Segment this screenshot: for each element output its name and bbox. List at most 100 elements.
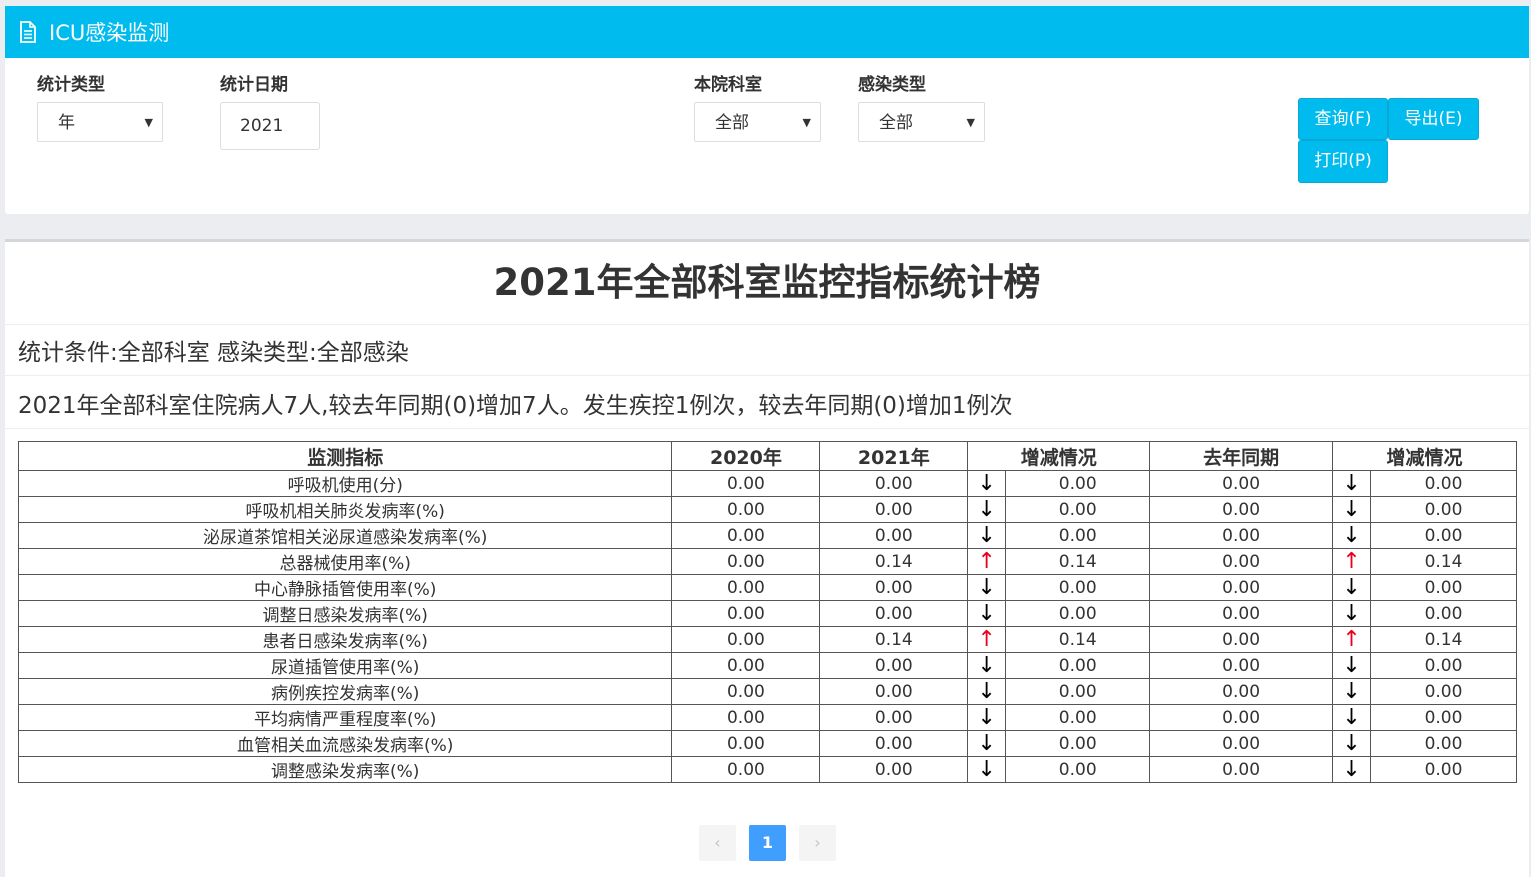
value-2021-cell: 0.00 (819, 704, 969, 731)
change-value-cell: 0.00 (1370, 522, 1517, 549)
table-row: 呼吸机相关肺炎发病率(%) 0.00 0.00 ↓ 0.00 0.00 ↓ 0.00 (17, 496, 1517, 523)
change-value-cell: 0.00 (1370, 678, 1517, 705)
value-2020-cell: 0.00 (671, 678, 821, 705)
value-2021-cell: 0.00 (819, 522, 969, 549)
value-2020-cell: 0.00 (671, 496, 821, 523)
change-value-cell: 0.00 (1005, 574, 1151, 601)
col-header-indicator: 监测指标 (17, 441, 673, 471)
trend-arrow-icon: ↓ (1332, 600, 1372, 627)
infection-type-value: 全部 (879, 113, 913, 133)
value-2020-cell: 0.00 (671, 756, 821, 783)
stat-type-select[interactable]: 年 ▼ (37, 102, 163, 142)
trend-arrow-icon: ↑ (967, 626, 1007, 653)
pagination: ‹ 1 › (5, 825, 1529, 861)
value-2020-cell: 0.00 (671, 704, 821, 731)
prev-page-button[interactable]: ‹ (699, 825, 736, 861)
change-value-cell: 0.14 (1005, 626, 1151, 653)
export-button[interactable]: 导出(E) (1388, 98, 1479, 140)
trend-arrow-icon: ↓ (967, 704, 1007, 731)
trend-arrow-icon: ↓ (1332, 522, 1372, 549)
change-value-cell: 0.14 (1005, 548, 1151, 575)
value-2020-cell: 0.00 (671, 522, 821, 549)
trend-arrow-icon: ↓ (967, 496, 1007, 523)
table-row: 呼吸机使用(分) 0.00 0.00 ↓ 0.00 0.00 ↓ 0.00 (17, 470, 1517, 497)
print-button[interactable]: 打印(P) (1298, 140, 1388, 183)
change-value-cell: 0.00 (1005, 470, 1151, 497)
filter-panel: ICU感染监测 统计类型 年 ▼ 统计日期 2021 本院科室 全部 ▼ 感染类… (5, 6, 1529, 214)
change-value-cell: 0.00 (1370, 470, 1517, 497)
value-2020-cell: 0.00 (671, 574, 821, 601)
last-year-cell: 0.00 (1149, 652, 1334, 679)
trend-arrow-icon: ↓ (967, 730, 1007, 757)
value-2021-cell: 0.00 (819, 574, 969, 601)
indicator-cell: 患者日感染发病率(%) (17, 626, 673, 653)
table-row: 调整感染发病率(%) 0.00 0.00 ↓ 0.00 0.00 ↓ 0.00 (17, 756, 1517, 783)
indicator-cell: 呼吸机相关肺炎发病率(%) (17, 496, 673, 523)
last-year-cell: 0.00 (1149, 574, 1334, 601)
trend-arrow-icon: ↓ (967, 678, 1007, 705)
change-value-cell: 0.00 (1370, 600, 1517, 627)
value-2020-cell: 0.00 (671, 548, 821, 575)
trend-arrow-icon: ↓ (967, 600, 1007, 627)
stat-date-label: 统计日期 (220, 75, 288, 95)
trend-arrow-icon: ↑ (1332, 626, 1372, 653)
table-row: 泌尿道茶馆相关泌尿道感染发病率(%) 0.00 0.00 ↓ 0.00 0.00 ↓ 0.00 (17, 522, 1517, 549)
change-value-cell: 0.14 (1370, 548, 1517, 575)
value-2021-cell: 0.14 (819, 626, 969, 653)
table-row: 尿道插管使用率(%) 0.00 0.00 ↓ 0.00 0.00 ↓ 0.00 (17, 652, 1517, 679)
filter-infection-type: 感染类型 全部 ▼ (858, 74, 985, 142)
change-value-cell: 0.00 (1370, 756, 1517, 783)
indicator-cell: 呼吸机使用(分) (17, 470, 673, 497)
change-value-cell: 0.14 (1370, 626, 1517, 653)
last-year-cell: 0.00 (1149, 756, 1334, 783)
col-header-2021: 2021年 (819, 441, 969, 471)
query-button[interactable]: 查询(F) (1298, 98, 1388, 140)
chevron-down-icon: ▼ (144, 116, 153, 129)
trend-arrow-icon: ↓ (1332, 470, 1372, 497)
trend-arrow-icon: ↓ (1332, 496, 1372, 523)
last-year-cell: 0.00 (1149, 730, 1334, 757)
trend-arrow-icon: ↑ (967, 548, 1007, 575)
change-value-cell: 0.00 (1005, 756, 1151, 783)
report-title: 2021年全部科室监控指标统计榜 (5, 242, 1529, 325)
trend-arrow-icon: ↓ (967, 652, 1007, 679)
department-value: 全部 (715, 113, 749, 133)
indicator-cell: 调整日感染发病率(%) (17, 600, 673, 627)
trend-arrow-icon: ↓ (967, 756, 1007, 783)
last-year-cell: 0.00 (1149, 496, 1334, 523)
value-2020-cell: 0.00 (671, 626, 821, 653)
page-1-button[interactable]: 1 (749, 825, 786, 861)
trend-arrow-icon: ↓ (1332, 678, 1372, 705)
col-header-2020: 2020年 (671, 441, 821, 471)
col-header-last-year: 去年同期 (1149, 441, 1334, 471)
department-select[interactable]: 全部 ▼ (694, 102, 821, 142)
trend-arrow-icon: ↓ (1332, 756, 1372, 783)
stat-date-input[interactable]: 2021 (220, 102, 320, 150)
last-year-cell: 0.00 (1149, 600, 1334, 627)
infection-type-select[interactable]: 全部 ▼ (858, 102, 985, 142)
trend-arrow-icon: ↓ (1332, 574, 1372, 601)
value-2021-cell: 0.00 (819, 496, 969, 523)
trend-arrow-icon: ↓ (967, 470, 1007, 497)
value-2020-cell: 0.00 (671, 730, 821, 757)
indicator-cell: 调整感染发病率(%) (17, 756, 673, 783)
trend-arrow-icon: ↓ (967, 574, 1007, 601)
last-year-cell: 0.00 (1149, 470, 1334, 497)
table-row: 中心静脉插管使用率(%) 0.00 0.00 ↓ 0.00 0.00 ↓ 0.00 (17, 574, 1517, 601)
document-icon (20, 21, 36, 43)
last-year-cell: 0.00 (1149, 626, 1334, 653)
table-row: 病例疾控发病率(%) 0.00 0.00 ↓ 0.00 0.00 ↓ 0.00 (17, 678, 1517, 705)
next-page-button[interactable]: › (799, 825, 836, 861)
value-2021-cell: 0.00 (819, 756, 969, 783)
trend-arrow-icon: ↓ (967, 522, 1007, 549)
page-title: ICU感染监测 (49, 21, 170, 45)
last-year-cell: 0.00 (1149, 548, 1334, 575)
filter-department: 本院科室 全部 ▼ (694, 74, 821, 142)
chevron-down-icon: ▼ (966, 116, 975, 129)
value-2021-cell: 0.00 (819, 730, 969, 757)
change-value-cell: 0.00 (1370, 730, 1517, 757)
table-row: 平均病情严重程度率(%) 0.00 0.00 ↓ 0.00 0.00 ↓ 0.00 (17, 704, 1517, 731)
change-value-cell: 0.00 (1370, 574, 1517, 601)
change-value-cell: 0.00 (1005, 600, 1151, 627)
change-value-cell: 0.00 (1005, 704, 1151, 731)
